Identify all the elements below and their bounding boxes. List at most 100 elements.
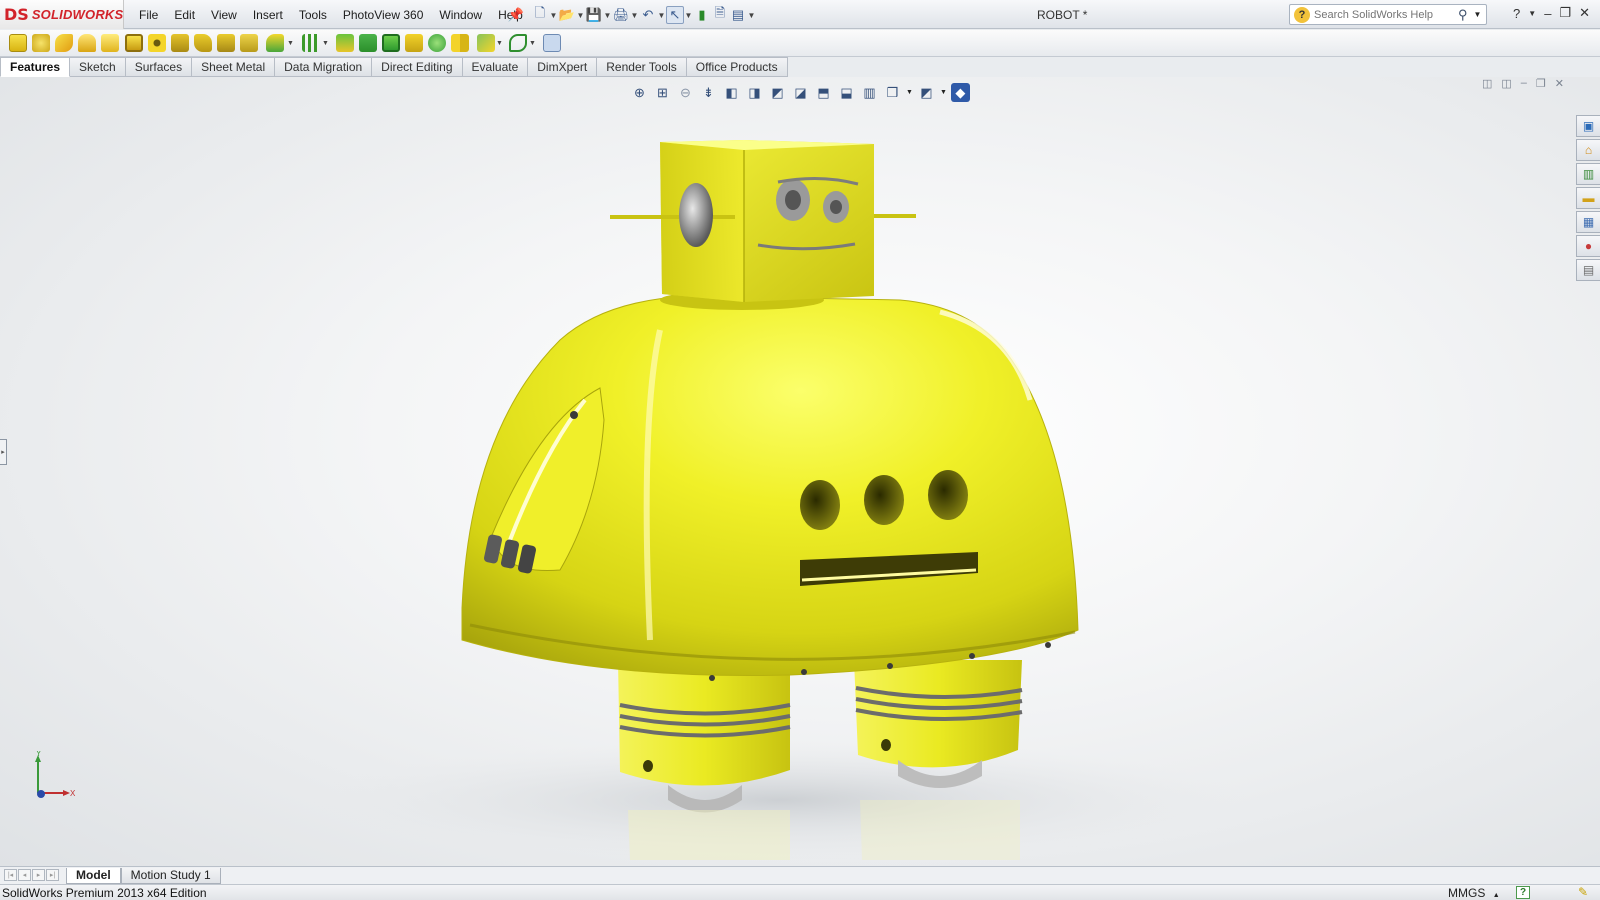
help-dropdown-icon[interactable]: ▼	[1528, 9, 1536, 18]
select-dropdown-icon[interactable]: ▼	[684, 11, 693, 20]
rib-icon[interactable]	[336, 34, 354, 52]
prev-tab-icon[interactable]: ◂	[18, 868, 31, 881]
new-document-icon[interactable]: 🗋	[531, 5, 549, 24]
menu-edit[interactable]: Edit	[166, 6, 203, 24]
extruded-cut-icon[interactable]	[125, 34, 143, 52]
quick-access-toolbar: 📌 🗋 ▼ 📂 ▼ 💾 ▼ 🖨 ▼ ↶ ▼ ↖ ▼ ▮ 🗎 ▤ ▼	[507, 5, 756, 25]
graphics-area[interactable]: ⊕ ⊞ ⊖ ⇟ ◧ ◨ ◩ ◪ ⬒ ⬓ ▥ ❒ ▼ ◩ ▼ ◆ ◫ ◫ – ❐ ✕	[0, 77, 1600, 866]
tab-direct-editing[interactable]: Direct Editing	[372, 57, 463, 77]
swept-cut-icon[interactable]	[194, 34, 212, 52]
revolved-cut-icon[interactable]	[171, 34, 189, 52]
tab-motion-study-1[interactable]: Motion Study 1	[120, 867, 221, 884]
intersect-icon[interactable]	[428, 34, 446, 52]
curves-icon[interactable]	[509, 34, 527, 52]
rebuild-traffic-light-icon[interactable]: ▮	[693, 6, 711, 24]
fillet-dropdown-icon[interactable]: ▼	[287, 40, 294, 47]
print-dropdown-icon[interactable]: ▼	[630, 11, 639, 20]
pattern-dropdown-icon[interactable]: ▼	[322, 40, 329, 47]
wrap-icon[interactable]	[405, 34, 423, 52]
scenes-icon[interactable]: ●	[1576, 235, 1600, 257]
quick-tips-help-icon[interactable]: ?	[1516, 886, 1530, 899]
unit-system-selector[interactable]: MMGS ▲	[1448, 886, 1500, 900]
file-properties-icon[interactable]: 🗎	[711, 5, 729, 24]
lofted-boss-icon[interactable]	[78, 34, 96, 52]
title-bar: DS SOLIDWORKS File Edit View Insert Tool…	[0, 0, 1600, 29]
menu-window[interactable]: Window	[431, 6, 490, 24]
minimize-icon[interactable]: –	[1544, 6, 1551, 21]
tab-office-products[interactable]: Office Products	[686, 57, 788, 77]
triad-y-label: Y	[36, 751, 42, 758]
save-icon[interactable]: 💾	[585, 6, 603, 24]
tab-render-tools[interactable]: Render Tools	[597, 57, 687, 77]
tab-dimxpert[interactable]: DimXpert	[528, 57, 598, 77]
boundary-cut-icon[interactable]	[240, 34, 258, 52]
instant3d-icon[interactable]	[543, 34, 561, 52]
revolved-boss-icon[interactable]	[32, 34, 50, 52]
task-pane-tabs: ▣ ⌂ ▥ ▬ ▦ ● ▤	[1576, 115, 1600, 281]
next-tab-icon[interactable]: ▸	[32, 868, 45, 881]
hole-wizard-icon[interactable]	[148, 34, 166, 52]
mirror-icon[interactable]	[451, 34, 469, 52]
close-icon[interactable]: ✕	[1579, 5, 1590, 21]
last-tab-icon[interactable]: ▸|	[46, 868, 59, 881]
undo-dropdown-icon[interactable]: ▼	[657, 11, 666, 20]
solidworks-logo[interactable]: DS SOLIDWORKS	[0, 0, 124, 29]
save-dropdown-icon[interactable]: ▼	[603, 11, 612, 20]
tab-scroll-buttons: |◂ ◂ ▸ ▸|	[0, 868, 66, 883]
tab-surfaces[interactable]: Surfaces	[125, 57, 193, 77]
solidworks-resources-icon[interactable]: ▣	[1576, 115, 1600, 137]
open-folder-icon[interactable]: 📂	[558, 6, 576, 24]
pushpin-icon[interactable]: 📌	[507, 6, 525, 24]
robot-model-render[interactable]	[0, 77, 1600, 866]
undo-icon[interactable]: ↶	[639, 6, 657, 24]
tab-model[interactable]: Model	[66, 867, 121, 884]
options-icon[interactable]: ▤	[729, 6, 747, 24]
file-explorer-icon[interactable]: ▥	[1576, 163, 1600, 185]
search-icon[interactable]: ⚲	[1458, 7, 1468, 23]
search-box[interactable]: ? ⚲ ▼	[1289, 4, 1487, 25]
appearances-icon[interactable]: ▦	[1576, 211, 1600, 233]
fillet-icon[interactable]	[266, 34, 284, 52]
select-pointer-icon[interactable]: ↖	[666, 6, 684, 24]
tab-sketch[interactable]: Sketch	[70, 57, 126, 77]
first-tab-icon[interactable]: |◂	[4, 868, 17, 881]
rebuild-status-icon[interactable]: ✎	[1578, 885, 1588, 899]
menu-insert[interactable]: Insert	[245, 6, 291, 24]
units-arrow-icon: ▲	[1492, 892, 1500, 899]
curves-dropdown-icon[interactable]: ▼	[529, 40, 536, 47]
search-dropdown-icon[interactable]: ▼	[1474, 10, 1482, 19]
restore-icon[interactable]: ❐	[1559, 5, 1571, 21]
menu-bar: File Edit View Insert Tools PhotoView 36…	[131, 6, 531, 24]
tab-data-migration[interactable]: Data Migration	[275, 57, 373, 77]
logo-wordmark: SOLIDWORKS	[31, 7, 124, 22]
shell-icon[interactable]	[382, 34, 400, 52]
new-dropdown-icon[interactable]: ▼	[549, 11, 558, 20]
menu-photoview[interactable]: PhotoView 360	[335, 6, 432, 24]
menu-file[interactable]: File	[131, 6, 166, 24]
help-icon[interactable]: ?	[1513, 6, 1520, 21]
tab-sheet-metal[interactable]: Sheet Metal	[192, 57, 276, 77]
options-dropdown-icon[interactable]: ▼	[747, 11, 756, 20]
swept-boss-icon[interactable]	[55, 34, 73, 52]
open-dropdown-icon[interactable]: ▼	[576, 11, 585, 20]
tab-features[interactable]: Features	[0, 57, 71, 77]
boundary-boss-icon[interactable]	[101, 34, 119, 52]
search-input[interactable]	[1314, 8, 1454, 21]
menu-tools[interactable]: Tools	[291, 6, 335, 24]
tab-evaluate[interactable]: Evaluate	[462, 57, 529, 77]
menu-view[interactable]: View	[203, 6, 245, 24]
lofted-cut-icon[interactable]	[217, 34, 235, 52]
help-search-icon: ?	[1294, 6, 1310, 23]
view-palette-icon[interactable]: ▬	[1576, 187, 1600, 209]
design-library-icon[interactable]: ⌂	[1576, 139, 1600, 161]
feature-manager-flyout-handle[interactable]: ▸	[0, 439, 7, 465]
reference-geometry-icon[interactable]	[477, 34, 495, 52]
custom-properties-icon[interactable]: ▤	[1576, 259, 1600, 281]
print-icon[interactable]: 🖨	[612, 6, 630, 24]
draft-icon[interactable]	[359, 34, 377, 52]
window-controls: ? ▼ – ❐ ✕	[1513, 5, 1590, 21]
extruded-boss-icon[interactable]	[9, 34, 27, 52]
reference-geometry-dropdown-icon[interactable]: ▼	[496, 40, 503, 47]
ds-logo-mark: DS	[4, 5, 29, 24]
linear-pattern-icon[interactable]	[302, 34, 320, 52]
